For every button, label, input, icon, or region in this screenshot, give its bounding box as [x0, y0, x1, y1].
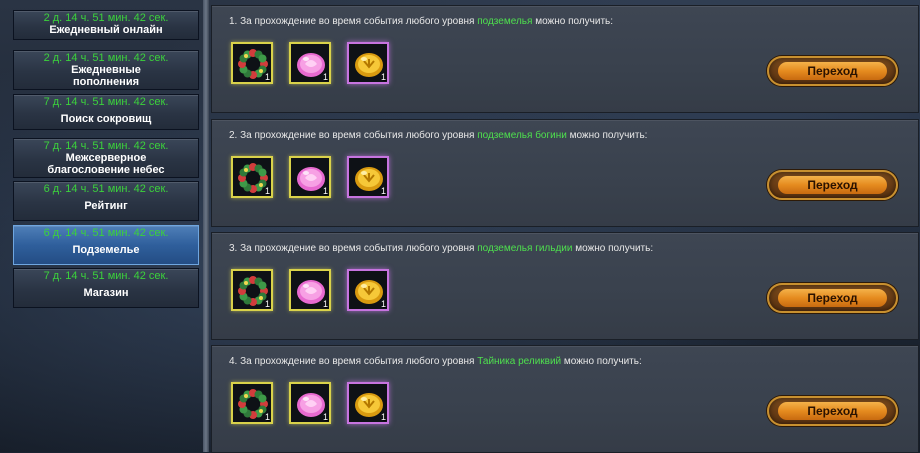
- quest-card: 1. За прохождение во время события любог…: [211, 5, 919, 113]
- sidebar-item-label: Ежедневные пополнения: [71, 64, 141, 88]
- reward-quantity: 1: [322, 72, 328, 82]
- sidebar-item-label: Подземелье: [72, 244, 140, 256]
- reward-quantity: 1: [322, 412, 328, 422]
- sidebar-item-label: Магазин: [83, 287, 129, 299]
- go-button-label: Переход: [778, 289, 887, 307]
- quest-card: 4. За прохождение во время события любог…: [211, 345, 919, 453]
- quest-text-prefix: 3. За прохождение во время события любог…: [229, 243, 478, 254]
- sidebar-item-timer: 6 д. 14 ч. 51 мин. 42 сек.: [43, 183, 169, 195]
- sidebar-item-label: Рейтинг: [84, 200, 128, 212]
- reward-slot[interactable]: 1: [231, 269, 273, 311]
- reward-quantity: 1: [380, 72, 386, 82]
- quest-description: 2. За прохождение во время события любог…: [229, 130, 647, 141]
- go-button[interactable]: Переход: [767, 396, 898, 426]
- go-button[interactable]: Переход: [767, 283, 898, 313]
- go-button-label: Переход: [778, 402, 887, 420]
- sidebar-item-timer: 7 д. 14 ч. 51 мин. 42 сек.: [43, 140, 169, 152]
- reward-quantity: 1: [264, 186, 270, 196]
- reward-quantity: 1: [264, 72, 270, 82]
- quest-location-highlight: подземелья гильдии: [477, 243, 573, 254]
- reward-quantity: 1: [264, 412, 270, 422]
- sidebar-item-daily-online[interactable]: 2 д. 14 ч. 51 мин. 42 сек. Ежедневный он…: [13, 10, 199, 40]
- quest-text-suffix: можно получить:: [532, 16, 614, 27]
- sidebar-item-timer: 6 д. 14 ч. 51 мин. 42 сек.: [43, 227, 169, 239]
- reward-slot[interactable]: 1: [289, 269, 331, 311]
- reward-slot[interactable]: 1: [231, 156, 273, 198]
- quest-description: 3. За прохождение во время события любог…: [229, 243, 653, 254]
- quest-location-highlight: Тайника реликвий: [477, 356, 562, 367]
- reward-quantity: 1: [322, 186, 328, 196]
- quest-text-prefix: 1. За прохождение во время события любог…: [229, 16, 478, 27]
- quest-text-prefix: 4. За прохождение во время события любог…: [229, 356, 478, 367]
- reward-quantity: 1: [380, 186, 386, 196]
- sidebar-item-daily-topup[interactable]: 2 д. 14 ч. 51 мин. 42 сек. Ежедневные по…: [13, 50, 199, 90]
- reward-slot[interactable]: 1: [347, 42, 389, 84]
- reward-slot[interactable]: 1: [347, 269, 389, 311]
- quest-text-suffix: можно получить:: [566, 130, 648, 141]
- reward-quantity: 1: [264, 299, 270, 309]
- reward-quantity: 1: [322, 299, 328, 309]
- go-button[interactable]: Переход: [767, 56, 898, 86]
- reward-slot[interactable]: 1: [347, 382, 389, 424]
- quest-location-highlight: подземелья богини: [477, 130, 567, 141]
- sidebar-item-timer: 2 д. 14 ч. 51 мин. 42 сек.: [43, 12, 169, 24]
- go-button-label: Переход: [778, 62, 887, 80]
- quest-card: 3. За прохождение во время события любог…: [211, 232, 919, 340]
- go-button-label: Переход: [778, 176, 887, 194]
- sidebar-item-treasure-hunt[interactable]: 7 д. 14 ч. 51 мин. 42 сек. Поиск сокрови…: [13, 94, 199, 130]
- quest-text-prefix: 2. За прохождение во время события любог…: [229, 130, 478, 141]
- sidebar-item-rating[interactable]: 6 д. 14 ч. 51 мин. 42 сек. Рейтинг: [13, 181, 199, 221]
- reward-slot[interactable]: 1: [231, 382, 273, 424]
- reward-slot[interactable]: 1: [289, 156, 331, 198]
- sidebar-item-timer: 7 д. 14 ч. 51 мин. 42 сек.: [43, 96, 169, 108]
- reward-slot[interactable]: 1: [289, 382, 331, 424]
- reward-quantity: 1: [380, 299, 386, 309]
- quest-description: 4. За прохождение во время события любог…: [229, 356, 642, 367]
- sidebar-item-label: Ежедневный онлайн: [49, 24, 163, 36]
- sidebar-item-dungeon[interactable]: 6 д. 14 ч. 51 мин. 42 сек. Подземелье: [13, 225, 199, 265]
- quest-location-highlight: подземелья: [477, 16, 533, 27]
- reward-slot[interactable]: 1: [347, 156, 389, 198]
- sidebar-item-label: Поиск сокровищ: [60, 113, 152, 125]
- event-sidebar: 2 д. 14 ч. 51 мин. 42 сек. Ежедневный он…: [0, 0, 207, 452]
- sidebar-item-timer: 2 д. 14 ч. 51 мин. 42 сек.: [43, 52, 169, 64]
- quest-card: 2. За прохождение во время события любог…: [211, 119, 919, 227]
- sidebar-item-shop[interactable]: 7 д. 14 ч. 51 мин. 42 сек. Магазин: [13, 268, 199, 308]
- quest-list: 1. За прохождение во время события любог…: [209, 0, 920, 453]
- quest-text-suffix: можно получить:: [561, 356, 642, 367]
- sidebar-item-timer: 7 д. 14 ч. 51 мин. 42 сек.: [43, 270, 169, 282]
- go-button[interactable]: Переход: [767, 170, 898, 200]
- quest-description: 1. За прохождение во время события любог…: [229, 16, 613, 27]
- reward-quantity: 1: [380, 412, 386, 422]
- quest-text-suffix: можно получить:: [572, 243, 654, 254]
- reward-slot[interactable]: 1: [289, 42, 331, 84]
- sidebar-item-cross-server-blessing[interactable]: 7 д. 14 ч. 51 мин. 42 сек. Межсерверное …: [13, 138, 199, 178]
- sidebar-item-label: Межсерверное благословение небес: [47, 152, 165, 176]
- reward-slot[interactable]: 1: [231, 42, 273, 84]
